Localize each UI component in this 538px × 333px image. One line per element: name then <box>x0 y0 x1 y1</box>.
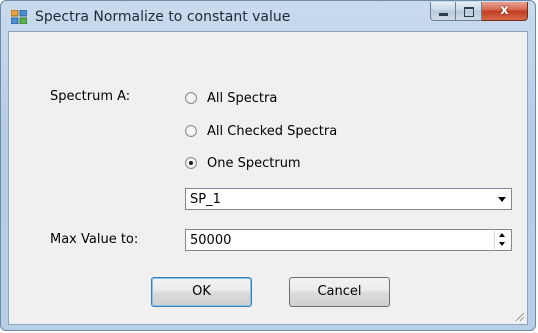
resize-grip-icon[interactable] <box>513 310 525 322</box>
radio-all-checked-spectra[interactable]: All Checked Spectra <box>185 122 337 140</box>
dropdown-button[interactable] <box>493 189 511 209</box>
minimize-button[interactable] <box>430 2 456 21</box>
radio-selected-dot <box>189 161 193 165</box>
spectrum-select[interactable]: SP_1 <box>185 188 512 210</box>
maximize-button[interactable] <box>456 2 482 21</box>
radio-one-spectrum[interactable]: One Spectrum <box>185 154 301 172</box>
minimize-icon <box>439 13 448 16</box>
dialog-window: Spectra Normalize to constant value x Sp… <box>0 0 536 331</box>
chevron-down-icon <box>498 197 506 202</box>
spin-buttons <box>494 231 510 249</box>
arrow-up-icon <box>499 233 505 237</box>
caption-buttons: x <box>430 2 528 22</box>
close-button[interactable]: x <box>482 2 528 21</box>
dialog-client-area: Spectrum A: All Spectra All Checked Spec… <box>8 31 528 325</box>
max-value-label: Max Value to: <box>50 232 139 247</box>
radio-button-selected[interactable] <box>185 157 197 169</box>
window-title: Spectra Normalize to constant value <box>35 9 291 25</box>
radio-all-spectra[interactable]: All Spectra <box>185 89 277 107</box>
spin-up-button[interactable] <box>495 231 510 240</box>
close-icon: x <box>500 3 509 18</box>
cancel-button[interactable]: Cancel <box>289 277 390 307</box>
app-icon <box>11 10 27 24</box>
max-value-spinbox[interactable]: 50000 <box>185 229 512 251</box>
ok-button[interactable]: OK <box>151 277 252 307</box>
spin-down-button[interactable] <box>495 240 510 249</box>
maximize-icon <box>464 7 474 17</box>
max-value-input[interactable]: 50000 <box>190 233 231 248</box>
radio-button[interactable] <box>185 92 197 104</box>
title-bar[interactable]: Spectra Normalize to constant value x <box>1 1 535 31</box>
radio-label-one-spectrum: One Spectrum <box>207 155 301 171</box>
spectrum-select-value: SP_1 <box>190 192 221 207</box>
radio-label-all-checked-spectra: All Checked Spectra <box>207 123 338 139</box>
radio-label-all-spectra: All Spectra <box>207 90 278 106</box>
radio-button[interactable] <box>185 125 197 137</box>
arrow-down-icon <box>499 242 505 246</box>
spectrum-a-label: Spectrum A: <box>50 89 131 104</box>
